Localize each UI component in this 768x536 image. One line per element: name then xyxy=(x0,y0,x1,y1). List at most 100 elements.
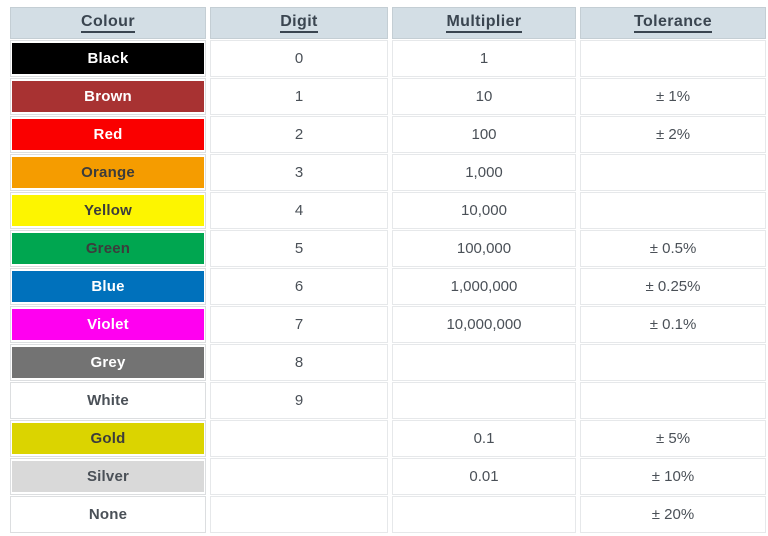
digit-cell: 0 xyxy=(210,40,388,77)
colour-name-label: None xyxy=(88,506,128,523)
tolerance-cell: ± 0.5% xyxy=(580,230,766,267)
table-row: Brown 1 10 ± 1% xyxy=(10,78,766,115)
colour-cell[interactable]: Green xyxy=(10,230,206,267)
colour-cell[interactable]: Black xyxy=(10,40,206,77)
tolerance-cell: ± 10% xyxy=(580,458,766,495)
multiplier-cell: 100 xyxy=(392,116,576,153)
header-tolerance[interactable]: Tolerance xyxy=(580,7,766,39)
tolerance-cell xyxy=(580,344,766,381)
colour-name-label: Grey xyxy=(90,354,126,371)
colour-cell[interactable]: White xyxy=(10,382,206,419)
multiplier-cell: 10,000,000 xyxy=(392,306,576,343)
multiplier-cell xyxy=(392,382,576,419)
colour-swatch: White xyxy=(12,385,204,416)
multiplier-cell xyxy=(392,344,576,381)
table-row: Yellow 4 10,000 xyxy=(10,192,766,229)
table-row: Gold 0.1 ± 5% xyxy=(10,420,766,457)
colour-cell[interactable]: Orange xyxy=(10,154,206,191)
colour-cell[interactable]: Yellow xyxy=(10,192,206,229)
colour-cell[interactable]: Gold xyxy=(10,420,206,457)
colour-swatch: Orange xyxy=(12,157,204,188)
resistor-colour-code-table: Colour Digit Multiplier Tolerance Black 0 1 Br… xyxy=(6,6,768,534)
multiplier-cell: 1 xyxy=(392,40,576,77)
colour-name-label: Yellow xyxy=(84,202,132,219)
tolerance-cell: ± 2% xyxy=(580,116,766,153)
header-multiplier[interactable]: Multiplier xyxy=(392,7,576,39)
colour-cell[interactable]: Silver xyxy=(10,458,206,495)
digit-cell xyxy=(210,496,388,533)
tolerance-cell xyxy=(580,192,766,229)
colour-cell[interactable]: Blue xyxy=(10,268,206,305)
table-row: Grey 8 xyxy=(10,344,766,381)
column-header-label: Multiplier xyxy=(446,13,522,34)
colour-cell[interactable]: Grey xyxy=(10,344,206,381)
colour-cell[interactable]: Brown xyxy=(10,78,206,115)
multiplier-cell: 10 xyxy=(392,78,576,115)
multiplier-cell: 1,000 xyxy=(392,154,576,191)
tolerance-cell xyxy=(580,382,766,419)
table-row: Blue 6 1,000,000 ± 0.25% xyxy=(10,268,766,305)
multiplier-cell: 0.1 xyxy=(392,420,576,457)
colour-swatch: Violet xyxy=(12,309,204,340)
colour-name-label: Orange xyxy=(81,164,135,181)
colour-name-label: Red xyxy=(93,126,123,143)
tolerance-cell: ± 0.1% xyxy=(580,306,766,343)
digit-cell xyxy=(210,420,388,457)
column-header-label: Colour xyxy=(81,13,135,34)
table-row: White 9 xyxy=(10,382,766,419)
digit-cell: 4 xyxy=(210,192,388,229)
table-row: Green 5 100,000 ± 0.5% xyxy=(10,230,766,267)
header-row: Colour Digit Multiplier Tolerance xyxy=(10,7,766,39)
table-body: Black 0 1 Brown 1 10 ± 1% Red 2 100 ± 2% Orange 3 1,0… xyxy=(10,40,766,533)
multiplier-cell: 0.01 xyxy=(392,458,576,495)
colour-cell[interactable]: Red xyxy=(10,116,206,153)
multiplier-cell: 10,000 xyxy=(392,192,576,229)
tolerance-cell: ± 5% xyxy=(580,420,766,457)
colour-name-label: Brown xyxy=(84,88,132,105)
colour-swatch: Brown xyxy=(12,81,204,112)
digit-cell: 3 xyxy=(210,154,388,191)
digit-cell xyxy=(210,458,388,495)
multiplier-cell xyxy=(392,496,576,533)
colour-cell[interactable]: None xyxy=(10,496,206,533)
colour-swatch: Red xyxy=(12,119,204,150)
colour-name-label: Gold xyxy=(90,430,126,447)
table-row: None ± 20% xyxy=(10,496,766,533)
multiplier-cell: 100,000 xyxy=(392,230,576,267)
tolerance-cell: ± 20% xyxy=(580,496,766,533)
colour-name-label: Black xyxy=(87,50,129,67)
digit-cell: 7 xyxy=(210,306,388,343)
colour-swatch: Gold xyxy=(12,423,204,454)
colour-name-label: Blue xyxy=(91,278,125,295)
header-digit[interactable]: Digit xyxy=(210,7,388,39)
colour-swatch: None xyxy=(12,499,204,530)
table-row: Red 2 100 ± 2% xyxy=(10,116,766,153)
colour-swatch: Yellow xyxy=(12,195,204,226)
column-header-label: Digit xyxy=(280,13,318,34)
digit-cell: 5 xyxy=(210,230,388,267)
table-row: Orange 3 1,000 xyxy=(10,154,766,191)
colour-cell[interactable]: Violet xyxy=(10,306,206,343)
header-colour[interactable]: Colour xyxy=(10,7,206,39)
digit-cell: 6 xyxy=(210,268,388,305)
colour-name-label: Silver xyxy=(86,468,130,485)
digit-cell: 2 xyxy=(210,116,388,153)
tolerance-cell: ± 1% xyxy=(580,78,766,115)
table-row: Black 0 1 xyxy=(10,40,766,77)
table-row: Silver 0.01 ± 10% xyxy=(10,458,766,495)
resistor-colour-code-table-container: Colour Digit Multiplier Tolerance Black 0 1 Br… xyxy=(0,0,768,536)
colour-swatch: Green xyxy=(12,233,204,264)
table-header: Colour Digit Multiplier Tolerance xyxy=(10,7,766,39)
colour-swatch: Grey xyxy=(12,347,204,378)
table-row: Violet 7 10,000,000 ± 0.1% xyxy=(10,306,766,343)
colour-name-label: Violet xyxy=(87,316,129,333)
colour-swatch: Black xyxy=(12,43,204,74)
tolerance-cell xyxy=(580,154,766,191)
tolerance-cell: ± 0.25% xyxy=(580,268,766,305)
digit-cell: 1 xyxy=(210,78,388,115)
tolerance-cell xyxy=(580,40,766,77)
column-header-label: Tolerance xyxy=(634,13,712,34)
colour-name-label: White xyxy=(87,392,129,409)
multiplier-cell: 1,000,000 xyxy=(392,268,576,305)
colour-name-label: Green xyxy=(85,240,131,257)
